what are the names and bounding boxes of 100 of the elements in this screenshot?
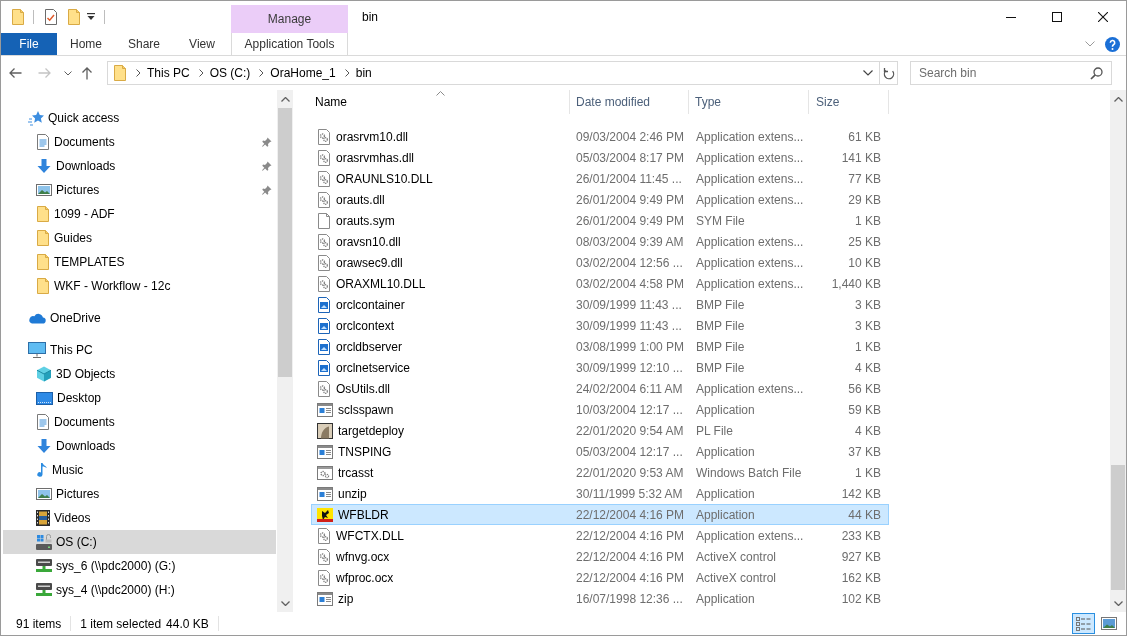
file-row[interactable]: orauts.dll 26/01/2004 9:49 PM Application extens... 29 KB — [311, 189, 889, 210]
nav-item[interactable]: OS (C:) — [3, 530, 276, 554]
nav-item[interactable]: sys_6 (\\pdc2000) (G:) — [3, 554, 276, 578]
pin-icon[interactable] — [262, 185, 272, 195]
file-size: 1 KB — [855, 465, 881, 480]
maximize-icon[interactable] — [1052, 12, 1062, 22]
checklist-icon[interactable] — [44, 9, 58, 25]
search-icon[interactable] — [1090, 67, 1103, 80]
chevron-right-icon[interactable] — [259, 69, 265, 77]
file-name: orauts.sym — [336, 213, 395, 228]
chevron-right-icon[interactable] — [136, 69, 141, 77]
scroll-down-icon[interactable] — [1113, 601, 1123, 606]
breadcrumb[interactable]: OraHome_1 — [270, 66, 336, 80]
ribbon-tab[interactable]: File — [1, 33, 57, 55]
nav-item[interactable]: Pictures — [3, 482, 276, 506]
ribbon-tab[interactable]: Share — [115, 33, 173, 55]
column-header[interactable]: Size — [809, 90, 889, 114]
breadcrumb[interactable]: This PC — [147, 66, 190, 80]
nav-item[interactable]: This PC — [3, 338, 276, 362]
nav-item[interactable]: 3D Objects — [3, 362, 276, 386]
file-row[interactable]: wfproc.ocx 22/12/2004 4:16 PM ActiveX control 162 KB — [311, 567, 889, 588]
scrollbar[interactable] — [1110, 90, 1126, 612]
file-row[interactable]: WFCTX.DLL 22/12/2004 4:16 PM Application extens... 233 KB — [311, 525, 889, 546]
file-row[interactable]: orclcontainer 30/09/1999 11:43 ... BMP File 3 KB — [311, 294, 889, 315]
nav-item[interactable]: Downloads — [3, 154, 276, 178]
file-row[interactable]: orauts.sym 26/01/2004 9:49 PM SYM File 1 KB — [311, 210, 889, 231]
help-icon[interactable] — [1105, 36, 1120, 52]
file-row[interactable]: oravsn10.dll 08/03/2004 9:39 AM Application extens... 25 KB — [311, 231, 889, 252]
nav-item[interactable]: Desktop — [3, 386, 276, 410]
scroll-up-icon[interactable] — [1113, 97, 1123, 102]
file-row[interactable]: orclcontext 30/09/1999 11:43 ... BMP File 3 KB — [311, 315, 889, 336]
file-row[interactable]: ORAUNLS10.DLL 26/01/2004 11:45 ... Application extens... 77 KB — [311, 168, 889, 189]
dropdown-icon[interactable] — [86, 13, 96, 21]
nav-item[interactable]: Guides — [3, 226, 276, 250]
file-row[interactable]: wfnvg.ocx 22/12/2004 4:16 PM ActiveX control 927 KB — [311, 546, 889, 567]
refresh-button[interactable] — [880, 61, 898, 85]
breadcrumb[interactable]: OS (C:) — [209, 66, 251, 80]
ribbon-tab[interactable]: Home — [57, 33, 115, 55]
chevron-down-icon[interactable] — [863, 70, 873, 76]
address-bar[interactable]: This PC OS (C:) OraHome_1 bin — [107, 61, 880, 85]
file-row[interactable]: TNSPING 05/03/2004 12:17 ... Application 37 KB — [311, 441, 889, 462]
nav-item[interactable]: Videos — [3, 506, 276, 530]
nav-item[interactable]: TEMPLATES — [3, 250, 276, 274]
gear-file-icon — [317, 548, 331, 565]
nav-item[interactable]: Documents — [3, 410, 276, 434]
close-icon[interactable] — [1098, 12, 1108, 22]
breadcrumb[interactable]: bin — [355, 66, 372, 80]
picture-icon — [36, 183, 52, 197]
column-header[interactable]: Name — [311, 90, 570, 114]
nav-item[interactable]: Quick access — [3, 106, 276, 130]
gear-file-icon — [317, 233, 331, 250]
file-row[interactable]: targetdeploy 22/01/2020 9:54 AM PL File 4 KB — [311, 420, 889, 441]
file-row[interactable]: unzip 30/11/1999 5:32 AM Application 142 KB — [311, 483, 889, 504]
pin-icon[interactable] — [262, 161, 272, 171]
nav-item[interactable]: Documents — [3, 130, 276, 154]
search-field[interactable]: Search bin — [910, 61, 1112, 85]
column-header[interactable]: Date modified — [570, 90, 689, 114]
file-size: 142 KB — [841, 486, 881, 501]
nav-item[interactable]: OneDrive — [3, 306, 276, 330]
scroll-up-icon[interactable] — [280, 97, 290, 102]
file-type: BMP File — [696, 297, 745, 312]
scrollbar-thumb[interactable] — [278, 108, 292, 377]
column-header[interactable]: Type — [689, 90, 809, 114]
file-row[interactable]: OsUtils.dll 24/02/2004 6:11 AM Application extens... 56 KB — [311, 378, 889, 399]
nav-item[interactable]: Downloads — [3, 434, 276, 458]
scrollbar[interactable] — [277, 90, 293, 612]
pin-icon[interactable] — [262, 137, 272, 147]
ribbon-tab[interactable]: Application Tools — [231, 33, 348, 55]
file-row[interactable]: orasrvm10.dll 09/03/2004 2:46 PM Application extens... 61 KB — [311, 126, 889, 147]
picture-icon — [1100, 617, 1117, 630]
nav-item[interactable]: Music — [3, 458, 276, 482]
file-row[interactable]: sclsspawn 10/03/2004 12:17 ... Application 59 KB — [311, 399, 889, 420]
view-button[interactable] — [1072, 613, 1095, 634]
program-logo-icon — [317, 506, 333, 523]
file-type: Application extens... — [696, 129, 804, 144]
nav-item[interactable]: 1099 - ADF — [3, 202, 276, 226]
file-row[interactable]: orawsec9.dll 03/02/2004 12:56 ... Application extens... 10 KB — [311, 252, 889, 273]
minimize-icon[interactable] — [1006, 16, 1016, 18]
nav-item[interactable]: Pictures — [3, 178, 276, 202]
scrollbar-thumb[interactable] — [1111, 465, 1125, 590]
nav-item[interactable]: WKF - Workflow - 12c — [3, 274, 276, 298]
up-arrow-icon[interactable] — [81, 66, 93, 80]
file-row[interactable]: WFBLDR 22/12/2004 4:16 PM Application 44 KB — [311, 504, 889, 525]
file-row[interactable]: ORAXML10.DLL 03/02/2004 4:58 PM Application extens... 1,440 KB — [311, 273, 889, 294]
file-row[interactable]: orclnetservice 30/09/1999 12:10 ... BMP File 4 KB — [311, 357, 889, 378]
nav-item[interactable]: sys_4 (\\pdc2000) (H:) — [3, 578, 276, 602]
file-row[interactable]: orasrvmhas.dll 05/03/2004 8:17 PM Application extens... 141 KB — [311, 147, 889, 168]
file-row[interactable]: orcldbserver 03/08/1999 1:00 PM BMP File 1 KB — [311, 336, 889, 357]
modified-date: 05/03/2004 12:17 ... — [576, 444, 683, 459]
chevron-right-icon[interactable] — [344, 69, 350, 77]
scroll-down-icon[interactable] — [280, 601, 290, 606]
modified-date: 30/09/1999 12:10 ... — [576, 360, 683, 375]
file-row[interactable]: zip 16/07/1998 12:36 ... Application 102 KB — [311, 588, 889, 609]
file-size: 1 KB — [855, 339, 881, 354]
document-icon — [36, 134, 50, 150]
chevron-right-icon[interactable] — [198, 69, 204, 77]
ribbon-tab[interactable]: View — [173, 33, 231, 55]
back-arrow-icon[interactable] — [8, 67, 22, 79]
chevron-down-icon[interactable] — [64, 70, 72, 76]
file-row[interactable]: trcasst 22/01/2020 9:53 AM Windows Batch File 1 KB — [311, 462, 889, 483]
